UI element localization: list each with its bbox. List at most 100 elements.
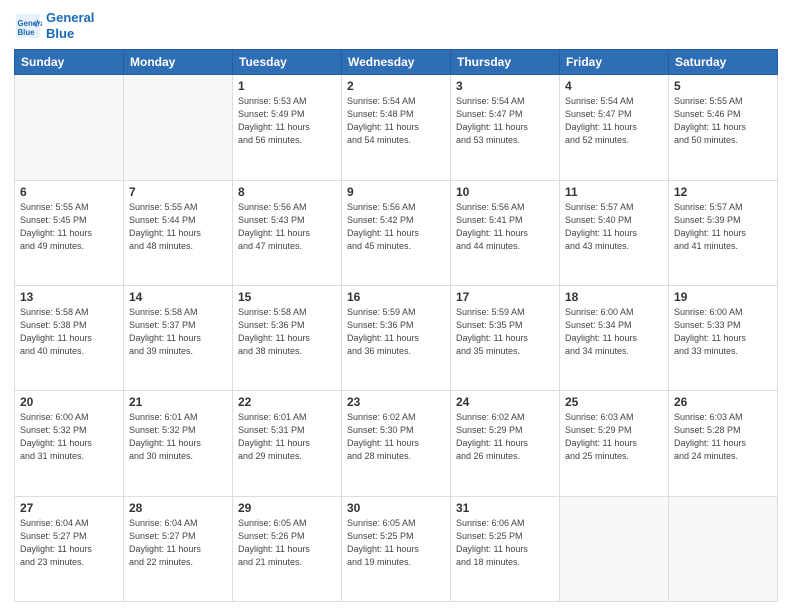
day-number: 27 — [20, 501, 118, 515]
calendar-cell: 8 Sunrise: 5:56 AM Sunset: 5:43 PM Daylig… — [233, 180, 342, 285]
calendar-cell: 21 Sunrise: 6:01 AM Sunset: 5:32 PM Dayli… — [124, 391, 233, 496]
calendar-cell: 15Sunrise: 5:58 AM Sunset: 5:36 PM Dayli… — [233, 285, 342, 390]
day-info: Sunrise: 6:01 AM Sunset: 5:32 PM Dayligh… — [129, 411, 227, 463]
day-info: Sunrise: 5:55 AM Sunset: 5:44 PM Dayligh… — [129, 201, 227, 253]
day-number: 11 — [565, 185, 663, 199]
day-info: Sunrise: 5:57 AM Sunset: 5:40 PM Dayligh… — [565, 201, 663, 253]
day-info: Sunrise: 5:58 AM Sunset: 5:36 PM Dayligh… — [238, 306, 336, 358]
day-number: 20 — [20, 395, 118, 409]
day-number: 5 — [674, 79, 772, 93]
day-number: 10 — [456, 185, 554, 199]
day-number: 23 — [347, 395, 445, 409]
calendar-cell: 31 Sunrise: 6:06 AM Sunset: 5:25 PM Dayli… — [451, 496, 560, 601]
header: General Blue General Blue — [14, 10, 778, 41]
day-number: 13 — [20, 290, 118, 304]
calendar-cell: 5 Sunrise: 5:55 AM Sunset: 5:46 PM Daylig… — [669, 75, 778, 180]
day-number: 26 — [674, 395, 772, 409]
weekday-header-row: SundayMondayTuesdayWednesdayThursdayFrid… — [15, 50, 778, 75]
day-info: Sunrise: 5:54 AM Sunset: 5:47 PM Dayligh… — [456, 95, 554, 147]
weekday-header-wednesday: Wednesday — [342, 50, 451, 75]
day-info: Sunrise: 5:53 AM Sunset: 5:49 PM Dayligh… — [238, 95, 336, 147]
day-number: 24 — [456, 395, 554, 409]
day-info: Sunrise: 5:57 AM Sunset: 5:39 PM Dayligh… — [674, 201, 772, 253]
logo: General Blue General Blue — [14, 10, 94, 41]
week-row-1: 1 Sunrise: 5:53 AM Sunset: 5:49 PM Daylig… — [15, 75, 778, 180]
day-number: 14 — [129, 290, 227, 304]
day-number: 31 — [456, 501, 554, 515]
page-container: General Blue General Blue SundayMondayTu… — [0, 0, 792, 612]
day-info: Sunrise: 6:00 AM Sunset: 5:33 PM Dayligh… — [674, 306, 772, 358]
day-number: 6 — [20, 185, 118, 199]
calendar-cell: 12Sunrise: 5:57 AM Sunset: 5:39 PM Dayli… — [669, 180, 778, 285]
weekday-header-sunday: Sunday — [15, 50, 124, 75]
day-info: Sunrise: 6:04 AM Sunset: 5:27 PM Dayligh… — [129, 517, 227, 569]
calendar-cell: 7 Sunrise: 5:55 AM Sunset: 5:44 PM Daylig… — [124, 180, 233, 285]
day-number: 8 — [238, 185, 336, 199]
day-info: Sunrise: 6:03 AM Sunset: 5:28 PM Dayligh… — [674, 411, 772, 463]
day-number: 29 — [238, 501, 336, 515]
day-number: 21 — [129, 395, 227, 409]
calendar-cell: 10 Sunrise: 5:56 AM Sunset: 5:41 PM Dayli… — [451, 180, 560, 285]
calendar-cell: 14Sunrise: 5:58 AM Sunset: 5:37 PM Dayli… — [124, 285, 233, 390]
week-row-4: 20 Sunrise: 6:00 AM Sunset: 5:32 PM Dayli… — [15, 391, 778, 496]
calendar-table: SundayMondayTuesdayWednesdayThursdayFrid… — [14, 49, 778, 602]
day-info: Sunrise: 6:05 AM Sunset: 5:26 PM Dayligh… — [238, 517, 336, 569]
week-row-5: 27 Sunrise: 6:04 AM Sunset: 5:27 PM Dayli… — [15, 496, 778, 601]
calendar-cell: 29 Sunrise: 6:05 AM Sunset: 5:26 PM Dayli… — [233, 496, 342, 601]
calendar-cell: 3 Sunrise: 5:54 AM Sunset: 5:47 PM Daylig… — [451, 75, 560, 180]
calendar-cell — [124, 75, 233, 180]
day-info: Sunrise: 5:58 AM Sunset: 5:38 PM Dayligh… — [20, 306, 118, 358]
weekday-header-friday: Friday — [560, 50, 669, 75]
day-info: Sunrise: 5:56 AM Sunset: 5:41 PM Dayligh… — [456, 201, 554, 253]
day-number: 17 — [456, 290, 554, 304]
calendar-cell: 28 Sunrise: 6:04 AM Sunset: 5:27 PM Dayli… — [124, 496, 233, 601]
day-number: 18 — [565, 290, 663, 304]
day-info: Sunrise: 6:03 AM Sunset: 5:29 PM Dayligh… — [565, 411, 663, 463]
calendar-cell: 9Sunrise: 5:56 AM Sunset: 5:42 PM Daylig… — [342, 180, 451, 285]
calendar-cell: 23 Sunrise: 6:02 AM Sunset: 5:30 PM Dayli… — [342, 391, 451, 496]
day-number: 1 — [238, 79, 336, 93]
day-info: Sunrise: 5:56 AM Sunset: 5:43 PM Dayligh… — [238, 201, 336, 253]
weekday-header-tuesday: Tuesday — [233, 50, 342, 75]
day-info: Sunrise: 5:54 AM Sunset: 5:48 PM Dayligh… — [347, 95, 445, 147]
day-number: 28 — [129, 501, 227, 515]
day-number: 22 — [238, 395, 336, 409]
calendar-cell: 1 Sunrise: 5:53 AM Sunset: 5:49 PM Daylig… — [233, 75, 342, 180]
day-info: Sunrise: 6:02 AM Sunset: 5:30 PM Dayligh… — [347, 411, 445, 463]
day-info: Sunrise: 6:02 AM Sunset: 5:29 PM Dayligh… — [456, 411, 554, 463]
day-info: Sunrise: 5:55 AM Sunset: 5:45 PM Dayligh… — [20, 201, 118, 253]
day-number: 25 — [565, 395, 663, 409]
day-info: Sunrise: 6:06 AM Sunset: 5:25 PM Dayligh… — [456, 517, 554, 569]
day-info: Sunrise: 5:55 AM Sunset: 5:46 PM Dayligh… — [674, 95, 772, 147]
day-number: 2 — [347, 79, 445, 93]
logo-text: General Blue — [46, 10, 94, 41]
calendar-cell: 20 Sunrise: 6:00 AM Sunset: 5:32 PM Dayli… — [15, 391, 124, 496]
calendar-cell: 19 Sunrise: 6:00 AM Sunset: 5:33 PM Dayli… — [669, 285, 778, 390]
calendar-cell: 17 Sunrise: 5:59 AM Sunset: 5:35 PM Dayli… — [451, 285, 560, 390]
day-number: 19 — [674, 290, 772, 304]
day-info: Sunrise: 5:59 AM Sunset: 5:36 PM Dayligh… — [347, 306, 445, 358]
day-number: 3 — [456, 79, 554, 93]
calendar-cell: 30Sunrise: 6:05 AM Sunset: 5:25 PM Dayli… — [342, 496, 451, 601]
logo-icon: General Blue — [14, 12, 42, 40]
svg-text:Blue: Blue — [18, 27, 36, 36]
calendar-cell: 16 Sunrise: 5:59 AM Sunset: 5:36 PM Dayli… — [342, 285, 451, 390]
day-number: 16 — [347, 290, 445, 304]
week-row-2: 6 Sunrise: 5:55 AM Sunset: 5:45 PM Daylig… — [15, 180, 778, 285]
day-number: 7 — [129, 185, 227, 199]
calendar-cell — [15, 75, 124, 180]
calendar-cell: 22Sunrise: 6:01 AM Sunset: 5:31 PM Dayli… — [233, 391, 342, 496]
calendar-cell: 4 Sunrise: 5:54 AM Sunset: 5:47 PM Daylig… — [560, 75, 669, 180]
weekday-header-thursday: Thursday — [451, 50, 560, 75]
day-number: 9 — [347, 185, 445, 199]
calendar-cell: 13 Sunrise: 5:58 AM Sunset: 5:38 PM Dayli… — [15, 285, 124, 390]
week-row-3: 13 Sunrise: 5:58 AM Sunset: 5:38 PM Dayli… — [15, 285, 778, 390]
day-info: Sunrise: 5:59 AM Sunset: 5:35 PM Dayligh… — [456, 306, 554, 358]
day-number: 4 — [565, 79, 663, 93]
day-info: Sunrise: 5:54 AM Sunset: 5:47 PM Dayligh… — [565, 95, 663, 147]
calendar-cell: 6 Sunrise: 5:55 AM Sunset: 5:45 PM Daylig… — [15, 180, 124, 285]
calendar-cell: 2 Sunrise: 5:54 AM Sunset: 5:48 PM Daylig… — [342, 75, 451, 180]
day-info: Sunrise: 6:00 AM Sunset: 5:32 PM Dayligh… — [20, 411, 118, 463]
calendar-cell — [669, 496, 778, 601]
calendar-cell: 25 Sunrise: 6:03 AM Sunset: 5:29 PM Dayli… — [560, 391, 669, 496]
